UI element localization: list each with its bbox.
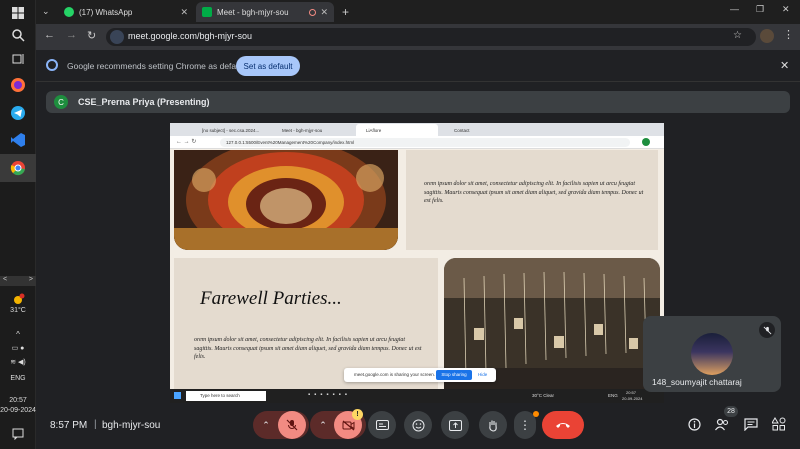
forward-icon[interactable]: → [66, 29, 77, 41]
inner-start-icon [174, 392, 181, 399]
back-icon[interactable]: ← [44, 29, 55, 41]
inner-profile-avatar [642, 138, 650, 146]
text-panel-top: orem ipsum dolor sit amet, consectetur a… [406, 150, 658, 250]
sharing-notice-text: meet.google.com is sharing your screen. [354, 372, 436, 377]
weather-temp: 31°C [10, 307, 26, 314]
people-icon[interactable] [714, 418, 730, 436]
lorem-paragraph-top: orem ipsum dolor sit amet, consectetur a… [424, 181, 644, 204]
minimize-icon[interactable]: — [730, 4, 739, 14]
meeting-time: 8:57 PM [50, 420, 88, 431]
inner-weather: 30°C Clear [532, 393, 555, 398]
presenter-label: CSE_Prerna Priya (Presenting) [78, 97, 210, 107]
inner-tab: [no subject] - sec.csa.2024... [202, 127, 260, 133]
profile-avatar[interactable] [760, 29, 774, 43]
wifi-volume-icons[interactable]: ≋ ◀) [0, 358, 36, 366]
meeting-info-icon[interactable] [688, 418, 701, 436]
sharing-notice-bar: meet.google.com is sharing your screen. … [344, 368, 496, 382]
tab-meet-label: Meet - bgh-mjyr-sou [217, 7, 289, 17]
leave-call-button[interactable] [542, 411, 584, 439]
more-options-dot [533, 411, 539, 417]
weather-icon [10, 292, 26, 304]
battery-mic-icons[interactable]: ▭ ● [0, 344, 36, 352]
inner-tab: Contact [454, 127, 470, 133]
inner-tab: Meet - bgh-mjyr-sou [282, 127, 323, 133]
inner-windows-taskbar: Type here to search ▪▪▪▪▪▪▪ 30°C Clear E… [170, 389, 664, 403]
address-bar[interactable]: meet.google.com/bgh-mjyr-sou ☆ [106, 28, 756, 46]
wedding-arch-image [174, 150, 398, 250]
site-info-icon[interactable] [110, 30, 124, 44]
tab-whatsapp[interactable]: (17) WhatsApp ✕ [58, 2, 194, 22]
whatsapp-icon [64, 7, 74, 17]
windows-start-icon[interactable] [8, 3, 28, 23]
restore-icon[interactable]: ❐ [756, 4, 764, 15]
camera-warning-icon: ! [352, 409, 363, 420]
mic-off-button[interactable] [278, 411, 306, 439]
activities-icon[interactable] [771, 417, 786, 436]
participant-mic-off-icon [759, 322, 775, 338]
inner-lang: ENG [608, 393, 618, 398]
inner-time: 20:57 [626, 390, 637, 395]
inner-url: 127.0.0.1:5500/Event%20Management%20Comp… [220, 138, 630, 147]
farewell-heading: Farewell Parties... [200, 288, 342, 309]
captions-button[interactable] [368, 411, 396, 439]
bookmark-star-icon[interactable]: ☆ [733, 30, 742, 41]
set-as-default-button[interactable]: Set as default [236, 56, 300, 76]
search-icon[interactable] [8, 25, 28, 45]
chevron-up-icon[interactable]: ^ [0, 330, 36, 339]
shared-screen: [no subject] - sec.csa.2024... Meet - bg… [170, 123, 664, 403]
camera-options-chevron-icon[interactable]: ⌃ [313, 411, 333, 439]
tab-meet[interactable]: Meet - bgh-mjyr-sou ✕ [196, 2, 334, 22]
inner-date: 20-09-2024 [622, 396, 643, 401]
meet-icon [202, 7, 212, 17]
close-icon[interactable]: ✕ [320, 7, 328, 18]
infobar-message: Google recommends setting Chrome as defa… [67, 61, 246, 71]
firefox-icon[interactable] [8, 75, 28, 95]
reactions-button[interactable] [404, 411, 432, 439]
presenter-avatar: C [54, 95, 68, 109]
infobar-close-icon[interactable]: ✕ [780, 59, 789, 72]
raise-hand-button[interactable] [479, 411, 507, 439]
participants-count-badge: 28 [724, 406, 738, 417]
taskbar-date[interactable]: 20-09-2024 [0, 407, 36, 414]
chrome-logo-icon [46, 59, 58, 71]
mic-options-chevron-icon[interactable]: ⌃ [256, 411, 276, 439]
lorem-paragraph-bottom: orem ipsum dolor sit amet, consectetur a… [194, 337, 422, 360]
notification-icon[interactable] [8, 424, 28, 444]
inner-nav-icons: ← → ↻ [176, 139, 197, 145]
present-screen-button[interactable] [441, 411, 469, 439]
chat-icon[interactable] [744, 418, 758, 436]
hide-link: Hide [478, 372, 488, 377]
inner-search-box: Type here to search [186, 391, 266, 401]
website-page: orem ipsum dolor sit amet, consectetur a… [170, 150, 664, 389]
menu-kebab-icon[interactable]: ⋮ [783, 28, 794, 41]
meeting-divider: | [94, 419, 97, 430]
inner-taskbar-apps: ▪▪▪▪▪▪▪ [308, 392, 351, 398]
taskbar-time[interactable]: 20:57 [0, 397, 36, 404]
taskbar-scroll-arrows[interactable]: < > [0, 276, 36, 286]
tab-whatsapp-label: (17) WhatsApp [79, 7, 133, 17]
vscode-icon[interactable] [8, 130, 28, 150]
task-view-icon[interactable] [8, 49, 28, 69]
inner-tab: LiAflore [356, 124, 438, 136]
participant-avatar [691, 333, 733, 375]
windows-taskbar: < > 31°C ^ ▭ ● ≋ ◀) ENG 20:57 20-09-2024 [0, 0, 36, 449]
recording-icon [309, 8, 316, 16]
new-tab-button[interactable]: + [342, 5, 349, 19]
taskbar-lang[interactable]: ENG [0, 375, 36, 382]
url-text: meet.google.com/bgh-mjyr-sou [128, 31, 253, 41]
stop-sharing-button: Stop sharing [436, 370, 472, 380]
chrome-icon[interactable] [8, 158, 28, 178]
tab-search-icon[interactable]: ⌄ [42, 6, 50, 17]
meeting-code: bgh-mjyr-sou [102, 420, 161, 431]
close-window-icon[interactable]: ✕ [782, 4, 790, 15]
telegram-icon[interactable] [8, 103, 28, 123]
participant-name: 148_soumyajit chattaraj [652, 377, 742, 387]
close-icon[interactable]: ✕ [180, 7, 188, 18]
reload-icon[interactable]: ↻ [87, 29, 96, 42]
